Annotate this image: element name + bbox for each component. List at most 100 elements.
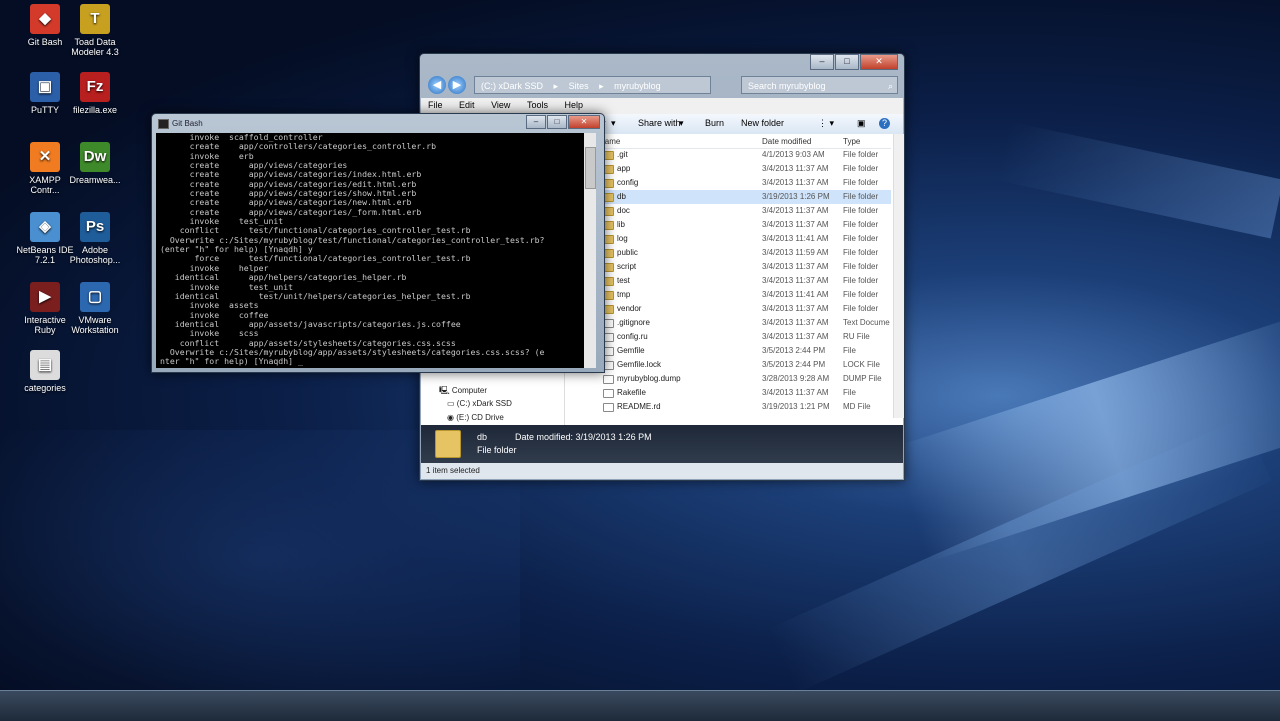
desktop-icon-label: Adobe Photoshop...: [69, 245, 121, 265]
share-with-button[interactable]: Share with: [638, 118, 681, 128]
file-row[interactable]: test 3/4/2013 11:37 AM File folder: [591, 274, 891, 288]
maximize-button[interactable]: □: [835, 54, 859, 70]
breadcrumb-drive[interactable]: (C:) xDark SSD: [481, 81, 543, 91]
terminal-scrollbar[interactable]: [584, 133, 596, 368]
maximize-button[interactable]: □: [547, 115, 567, 129]
file-type: DUMP File: [843, 374, 882, 383]
file-type: File folder: [843, 304, 879, 313]
file-date: 3/4/2013 11:37 AM: [762, 220, 829, 229]
file-row[interactable]: db 3/19/2013 1:26 PM File folder: [591, 190, 891, 204]
app-icon: T: [80, 4, 110, 34]
chevron-down-icon: ▾: [611, 118, 616, 128]
file-type: File folder: [843, 206, 879, 215]
file-row[interactable]: .git 4/1/2013 9:03 AM File folder: [591, 148, 891, 162]
minimize-button[interactable]: –: [526, 115, 546, 129]
nav-drive-c[interactable]: ▭ (C:) xDark SSD: [447, 399, 512, 408]
file-row[interactable]: Rakefile 3/4/2013 11:37 AM File: [591, 386, 891, 400]
file-icon: [603, 403, 614, 412]
file-type: File folder: [843, 276, 879, 285]
nav-computer[interactable]: 🖳 Computer: [439, 385, 487, 399]
file-row[interactable]: README.rd 3/19/2013 1:21 PM MD File: [591, 400, 891, 414]
gitbash-window[interactable]: Git Bash – □ ✕ invoke scaffold_controlle…: [151, 113, 605, 373]
file-row[interactable]: doc 3/4/2013 11:37 AM File folder: [591, 204, 891, 218]
file-row[interactable]: public 3/4/2013 11:59 AM File folder: [591, 246, 891, 260]
drive-icon: ▭: [447, 399, 455, 408]
desktop-icon-label: Toad Data Modeler 4.3: [71, 37, 119, 57]
file-row[interactable]: .gitignore 3/4/2013 11:37 AM Text Docume: [591, 316, 891, 330]
file-icon: [603, 389, 614, 398]
terminal-line: nter "h" for help) [Ynaqdh] _: [160, 356, 303, 367]
menu-tools[interactable]: Tools: [520, 98, 555, 112]
close-button[interactable]: ✕: [860, 54, 898, 70]
file-list-header: Name Date modified Type: [591, 134, 891, 149]
file-date: 3/4/2013 11:37 AM: [762, 206, 829, 215]
file-row[interactable]: Gemfile.lock 3/5/2013 2:44 PM LOCK File: [591, 358, 891, 372]
column-date-modified[interactable]: Date modified: [762, 137, 811, 146]
app-icon: ▣: [30, 72, 60, 102]
file-name: script: [617, 262, 637, 271]
file-name: config.ru: [617, 332, 648, 341]
gitbash-title: Git Bash: [172, 119, 203, 128]
burn-button[interactable]: Burn: [705, 118, 724, 128]
breadcrumb-separator-icon: ▸: [553, 81, 559, 91]
file-row[interactable]: config.ru 3/4/2013 11:37 AM RU File: [591, 330, 891, 344]
file-row[interactable]: lib 3/4/2013 11:37 AM File folder: [591, 218, 891, 232]
desktop-icon[interactable]: Ps Adobe Photoshop...: [64, 212, 126, 265]
file-row[interactable]: log 3/4/2013 11:41 AM File folder: [591, 232, 891, 246]
scrollbar-thumb[interactable]: [585, 147, 596, 189]
forward-icon[interactable]: ▶: [448, 76, 466, 94]
search-placeholder: Search myrubyblog: [748, 81, 826, 91]
desktop-icon-label: filezilla.exe: [72, 105, 118, 115]
menu-view[interactable]: View: [484, 98, 517, 112]
taskbar[interactable]: [0, 690, 1280, 721]
file-list: Name Date modified Type .git 4/1/2013 9:0…: [591, 134, 891, 418]
new-folder-button[interactable]: New folder: [741, 118, 784, 128]
column-type[interactable]: Type: [843, 137, 860, 146]
desktop-icon[interactable]: ▤ categories: [14, 350, 76, 393]
desktop-icon-label: categories: [24, 383, 66, 393]
file-row[interactable]: vendor 3/4/2013 11:37 AM File folder: [591, 302, 891, 316]
desktop-icon[interactable]: ▢ VMware Workstation: [64, 282, 126, 335]
view-options-icon[interactable]: ⋮ ▾: [818, 118, 834, 129]
file-name: tmp: [617, 290, 631, 299]
file-type: File folder: [843, 192, 879, 201]
details-date: Date modified: 3/19/2013 1:26 PM: [515, 432, 652, 442]
file-row[interactable]: myrubyblog.dump 3/28/2013 9:28 AM DUMP Fil…: [591, 372, 891, 386]
menu-help[interactable]: Help: [557, 98, 590, 112]
file-row[interactable]: Gemfile 3/5/2013 2:44 PM File: [591, 344, 891, 358]
menu-edit[interactable]: Edit: [452, 98, 482, 112]
close-button[interactable]: ✕: [568, 115, 600, 129]
file-list-scrollbar[interactable]: [893, 134, 904, 418]
desktop-icon[interactable]: T Toad Data Modeler 4.3: [64, 4, 126, 57]
help-icon[interactable]: ?: [879, 118, 890, 129]
search-input[interactable]: Search myrubyblog ⌕: [741, 76, 898, 94]
terminal-output[interactable]: invoke scaffold_controller create app/co…: [156, 133, 584, 368]
file-date: 3/4/2013 11:37 AM: [762, 318, 829, 327]
desktop-icon[interactable]: Dw Dreamwea...: [64, 142, 126, 185]
file-name: log: [617, 234, 628, 243]
file-type: MD File: [843, 402, 871, 411]
file-row[interactable]: config 3/4/2013 11:37 AM File folder: [591, 176, 891, 190]
nav-drive-e[interactable]: ◉ (E:) CD Drive: [447, 413, 504, 422]
status-bar: 1 item selected: [421, 463, 903, 479]
file-row[interactable]: app 3/4/2013 11:37 AM File folder: [591, 162, 891, 176]
minimize-button[interactable]: –: [810, 54, 834, 70]
computer-icon: 🖳: [439, 386, 450, 395]
desktop-icon[interactable]: Fz filezilla.exe: [64, 72, 126, 115]
chevron-down-icon: ▾: [679, 118, 684, 128]
back-icon[interactable]: ◀: [428, 76, 446, 94]
file-type: File folder: [843, 290, 879, 299]
address-row: ◀ ▶ (C:) xDark SSD ▸ Sites ▸ myrubyblog …: [426, 74, 898, 98]
breadcrumb-sites[interactable]: Sites: [569, 81, 589, 91]
search-icon[interactable]: ⌕: [888, 77, 893, 95]
address-bar[interactable]: (C:) xDark SSD ▸ Sites ▸ myrubyblog: [474, 76, 711, 94]
preview-pane-icon[interactable]: ▣: [857, 118, 866, 129]
file-row[interactable]: tmp 3/4/2013 11:41 AM File folder: [591, 288, 891, 302]
menu-file[interactable]: File: [421, 98, 450, 112]
file-row[interactable]: script 3/4/2013 11:37 AM File folder: [591, 260, 891, 274]
file-icon: [603, 375, 614, 384]
desktop-icon-label: Dreamwea...: [69, 175, 121, 185]
app-icon: ◆: [30, 4, 60, 34]
breadcrumb-myrubyblog[interactable]: myrubyblog: [614, 81, 661, 91]
terminal-icon: [158, 119, 169, 129]
